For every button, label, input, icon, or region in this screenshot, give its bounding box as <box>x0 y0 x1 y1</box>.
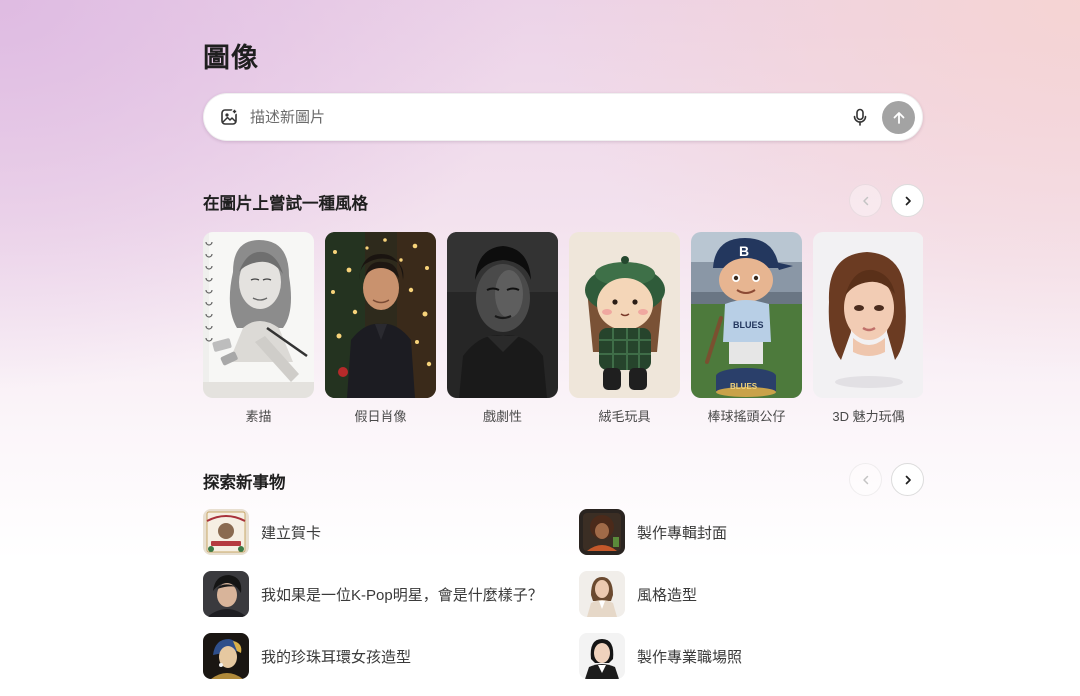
explore-label: 風格造型 <box>637 586 698 604</box>
chevron-right-icon <box>905 196 911 205</box>
image-add-icon[interactable] <box>220 108 238 126</box>
style-thumbnail-3d-glamour-doll <box>813 232 923 398</box>
style-label: 棒球搖頭公仔 <box>707 409 786 424</box>
explore-prev-button[interactable] <box>849 463 882 496</box>
explore-item-professional-headshot[interactable]: 製作專業職場照 <box>579 633 742 679</box>
explore-label: 我的珍珠耳環女孩造型 <box>261 648 412 666</box>
explore-label: 製作專輯封面 <box>637 524 728 542</box>
style-card-baseball-bobblehead[interactable]: B BLUES BLUES 棒球搖頭公仔 <box>691 232 802 425</box>
explore-label: 建立賀卡 <box>261 524 322 542</box>
style-card-holiday-portrait[interactable]: 假日肖像 <box>325 232 436 425</box>
chevron-left-icon <box>862 475 868 484</box>
explore-thumbnail-kpop-star <box>203 571 249 617</box>
explore-item-greeting-card[interactable]: 建立賀卡 <box>203 509 321 555</box>
explore-label: 製作專業職場照 <box>637 648 743 666</box>
styles-section-title: 在圖片上嘗試一種風格 <box>203 195 368 213</box>
svg-text:BLUES: BLUES <box>730 382 758 391</box>
style-thumbnail-holiday-portrait <box>325 232 436 398</box>
explore-thumbnail-greeting-card <box>203 509 249 555</box>
styles-next-button[interactable] <box>891 184 924 217</box>
arrow-up-icon <box>893 111 904 124</box>
explore-item-album-cover[interactable]: 製作專輯封面 <box>579 509 727 555</box>
explore-thumbnail-album-cover <box>579 509 625 555</box>
style-thumbnail-plush-toy <box>569 232 680 398</box>
prompt-bar[interactable] <box>203 93 923 141</box>
microphone-icon[interactable] <box>850 107 870 127</box>
style-label: 絨毛玩具 <box>598 409 651 424</box>
style-carousel: 素描 假日肖像 戲劇性 絨毛玩具 B BLUES BLUES 棒球搖頭公仔 3D… <box>203 232 923 432</box>
svg-text:BLUES: BLUES <box>733 320 764 330</box>
style-thumbnail-dramatic <box>447 232 558 398</box>
style-card-dramatic[interactable]: 戲劇性 <box>447 232 558 425</box>
style-label: 假日肖像 <box>354 409 407 424</box>
prompt-input[interactable] <box>250 94 810 140</box>
explore-thumbnail-professional-headshot <box>579 633 625 679</box>
explore-item-kpop-star[interactable]: 我如果是一位K-Pop明星，會是什麼樣子？ <box>203 571 543 617</box>
chevron-left-icon <box>862 196 868 205</box>
explore-next-button[interactable] <box>891 463 924 496</box>
style-label: 3D 魅力玩偶 <box>832 409 905 424</box>
explore-thumbnail-pearl-earring <box>203 633 249 679</box>
svg-text:B: B <box>739 243 749 259</box>
chevron-right-icon <box>905 475 911 484</box>
page-title: 圖像 <box>203 43 259 73</box>
style-thumbnail-sketch <box>203 232 314 398</box>
style-card-3d-glamour-doll[interactable]: 3D 魅力玩偶 <box>813 232 923 425</box>
explore-thumbnail-style-makeover <box>579 571 625 617</box>
explore-label: 我如果是一位K-Pop明星，會是什麼樣子？ <box>261 586 543 604</box>
style-card-sketch[interactable]: 素描 <box>203 232 314 425</box>
send-button[interactable] <box>882 101 915 134</box>
style-label: 戲劇性 <box>482 409 522 424</box>
explore-item-pearl-earring[interactable]: 我的珍珠耳環女孩造型 <box>203 633 411 679</box>
explore-item-style-makeover[interactable]: 風格造型 <box>579 571 697 617</box>
explore-section-title: 探索新事物 <box>203 474 286 492</box>
styles-prev-button[interactable] <box>849 184 882 217</box>
style-card-plush-toy[interactable]: 絨毛玩具 <box>569 232 680 425</box>
style-label: 素描 <box>245 409 272 424</box>
style-thumbnail-baseball-bobblehead: B BLUES BLUES <box>691 232 802 398</box>
